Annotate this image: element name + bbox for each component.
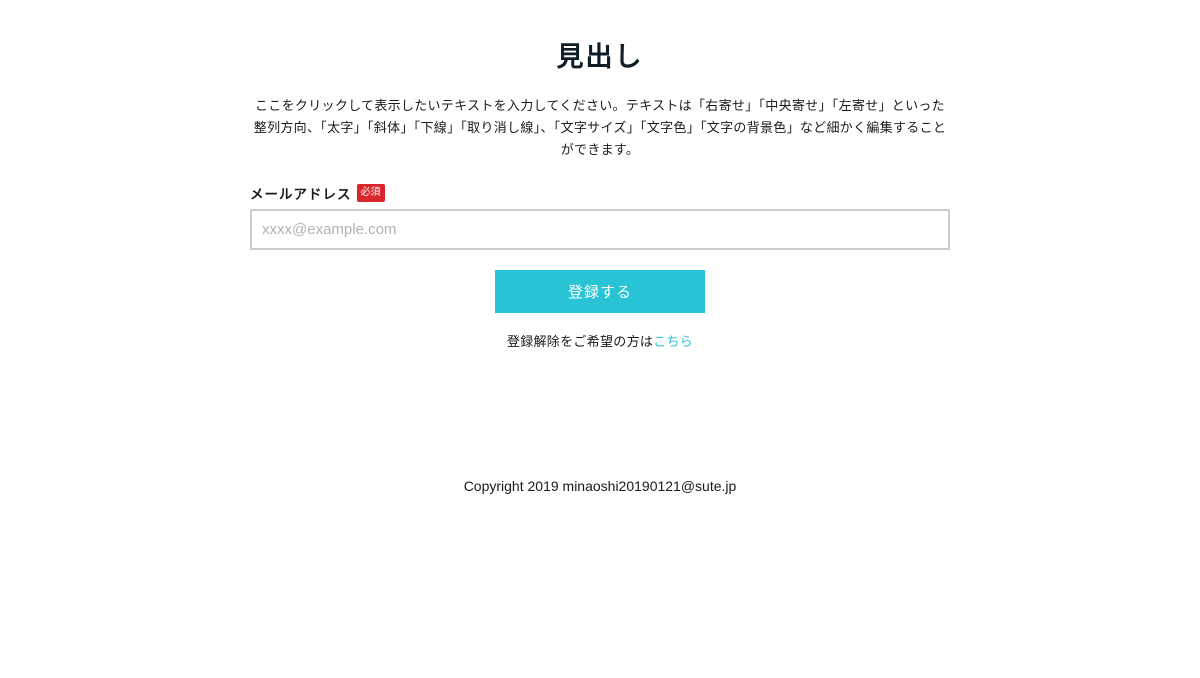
email-label-row: メールアドレス 必須 [250, 183, 385, 203]
copyright-text: Copyright 2019 minaoshi20190121@sute.jp [463, 478, 737, 494]
page-title: 見出し [556, 42, 644, 73]
email-label: メールアドレス [250, 187, 352, 203]
email-field[interactable] [250, 209, 950, 250]
unsubscribe-row: 登録解除をご希望の方はこちら [250, 333, 950, 353]
required-badge: 必須 [356, 184, 385, 202]
register-button[interactable]: 登録する [495, 270, 705, 313]
unsubscribe-link[interactable]: こちら [653, 335, 693, 350]
description-text: ここをクリックして表示したいテキストを入力してください。テキストは「右寄せ」「中… [253, 99, 947, 158]
unsubscribe-text: 登録解除をご希望の方は [506, 335, 654, 350]
page: 見出し ここをクリックして表示したいテキストを入力してください。テキストは「右寄… [0, 0, 1200, 678]
